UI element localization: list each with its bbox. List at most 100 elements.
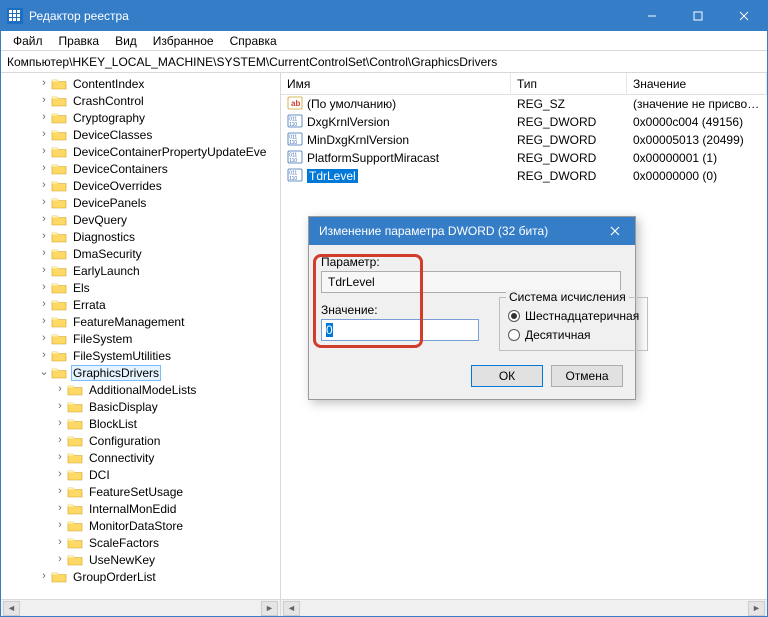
registry-tree: ›ContentIndex›CrashControl›Cryptography›… — [1, 73, 280, 587]
expander-icon[interactable]: ⌄ — [37, 364, 51, 381]
value-row[interactable]: PlatformSupportMiracastREG_DWORD0x000000… — [281, 149, 767, 167]
menu-favorites[interactable]: Избранное — [145, 31, 222, 51]
tree-item-Cryptography[interactable]: ›Cryptography — [5, 109, 280, 126]
expander-icon[interactable]: › — [37, 109, 51, 126]
expander-icon[interactable]: › — [37, 92, 51, 109]
col-value[interactable]: Значение — [627, 73, 767, 95]
expander-icon[interactable]: › — [53, 483, 67, 500]
tree-item-DeviceContainerPropertyUpdateEve[interactable]: ›DeviceContainerPropertyUpdateEve — [5, 143, 280, 160]
tree-item-Errata[interactable]: ›Errata — [5, 296, 280, 313]
expander-icon[interactable]: › — [53, 398, 67, 415]
tree-item-InternalMonEdid[interactable]: ›InternalMonEdid — [5, 500, 280, 517]
tree-item-GroupOrderList[interactable]: ›GroupOrderList — [5, 568, 280, 585]
menu-view[interactable]: Вид — [107, 31, 145, 51]
expander-icon[interactable]: › — [53, 517, 67, 534]
col-name[interactable]: Имя — [281, 73, 511, 95]
expander-icon[interactable]: › — [37, 228, 51, 245]
tree-item-DeviceContainers[interactable]: ›DeviceContainers — [5, 160, 280, 177]
expander-icon[interactable]: › — [37, 177, 51, 194]
tree-item-label: ContentIndex — [71, 77, 146, 91]
close-button[interactable] — [721, 1, 767, 31]
folder-icon — [67, 502, 83, 516]
tree-item-Configuration[interactable]: ›Configuration — [5, 432, 280, 449]
tree-item-FileSystem[interactable]: ›FileSystem — [5, 330, 280, 347]
tree-item-BlockList[interactable]: ›BlockList — [5, 415, 280, 432]
tree-item-DeviceOverrides[interactable]: ›DeviceOverrides — [5, 177, 280, 194]
expander-icon[interactable]: › — [37, 347, 51, 364]
dialog-row: Значение: Система исчисления Шестнадцате… — [321, 303, 623, 351]
expander-icon[interactable]: › — [53, 415, 67, 432]
expander-icon[interactable]: › — [37, 143, 51, 160]
col-type[interactable]: Тип — [511, 73, 627, 95]
value-row[interactable]: DxgKrnlVersionREG_DWORD0x0000c004 (49156… — [281, 113, 767, 131]
tree-hscroll[interactable]: ◄ ► — [1, 599, 280, 616]
cell-name: PlatformSupportMiracast — [281, 150, 511, 167]
expander-icon[interactable]: › — [37, 245, 51, 262]
cell-value: 0x00000000 (0) — [627, 169, 767, 183]
minimize-button[interactable] — [629, 1, 675, 31]
tree-item-BasicDisplay[interactable]: › BasicDisplay — [5, 398, 280, 415]
tree-item-DmaSecurity[interactable]: ›DmaSecurity — [5, 245, 280, 262]
tree-item-DCI[interactable]: ›DCI — [5, 466, 280, 483]
tree-item-FeatureManagement[interactable]: ›FeatureManagement — [5, 313, 280, 330]
ok-button[interactable]: ОК — [471, 365, 543, 387]
expander-icon[interactable]: › — [37, 330, 51, 347]
expander-icon[interactable]: › — [53, 449, 67, 466]
dialog-close-button[interactable] — [595, 217, 635, 245]
address-bar[interactable]: Компьютер\HKEY_LOCAL_MACHINE\SYSTEM\Curr… — [1, 51, 767, 73]
expander-icon[interactable]: › — [53, 500, 67, 517]
tree-item-DeviceClasses[interactable]: ›DeviceClasses — [5, 126, 280, 143]
tree-item-UseNewKey[interactable]: › UseNewKey — [5, 551, 280, 568]
tree-item-Connectivity[interactable]: ›Connectivity — [5, 449, 280, 466]
expander-icon[interactable]: › — [53, 534, 67, 551]
menu-file[interactable]: Файл — [5, 31, 51, 51]
tree-item-label: BasicDisplay — [87, 400, 160, 414]
value-row[interactable]: TdrLevelREG_DWORD0x00000000 (0) — [281, 167, 767, 185]
window-controls — [629, 1, 767, 31]
tree-item-CrashControl[interactable]: ›CrashControl — [5, 92, 280, 109]
expander-icon[interactable]: › — [37, 313, 51, 330]
tree-item-MonitorDataStore[interactable]: ›MonitorDataStore — [5, 517, 280, 534]
scroll-left-icon[interactable]: ◄ — [283, 601, 300, 616]
maximize-button[interactable] — [675, 1, 721, 31]
expander-icon[interactable]: › — [37, 296, 51, 313]
tree-item-DevicePanels[interactable]: ›DevicePanels — [5, 194, 280, 211]
tree-item-DevQuery[interactable]: ›DevQuery — [5, 211, 280, 228]
list-hscroll[interactable]: ◄ ► — [281, 599, 767, 616]
scroll-right-icon[interactable]: ► — [261, 601, 278, 616]
value-input[interactable] — [321, 319, 479, 341]
expander-icon[interactable]: › — [37, 160, 51, 177]
tree-item-ContentIndex[interactable]: › ContentIndex — [5, 75, 280, 92]
value-row[interactable]: (По умолчанию)REG_SZ(значение не присвое… — [281, 95, 767, 113]
cancel-button[interactable]: Отмена — [551, 365, 623, 387]
tree-item-AdditionalModeLists[interactable]: ›AdditionalModeLists — [5, 381, 280, 398]
expander-icon[interactable]: › — [53, 381, 67, 398]
menu-help[interactable]: Справка — [222, 31, 285, 51]
scroll-right-icon[interactable]: ► — [748, 601, 765, 616]
expander-icon[interactable]: › — [37, 211, 51, 228]
radio-dec[interactable]: Десятичная — [508, 328, 639, 342]
expander-icon[interactable]: › — [37, 126, 51, 143]
tree-item-Diagnostics[interactable]: ›Diagnostics — [5, 228, 280, 245]
tree-item-ScaleFactors[interactable]: ›ScaleFactors — [5, 534, 280, 551]
menu-edit[interactable]: Правка — [51, 31, 108, 51]
tree-item-label: UseNewKey — [87, 553, 157, 567]
scroll-left-icon[interactable]: ◄ — [3, 601, 20, 616]
expander-icon[interactable]: › — [37, 75, 51, 92]
radio-hex[interactable]: Шестнадцатеричная — [508, 309, 639, 323]
tree-item-FileSystemUtilities[interactable]: ›FileSystemUtilities — [5, 347, 280, 364]
expander-icon[interactable]: › — [53, 466, 67, 483]
tree-item-FeatureSetUsage[interactable]: ›FeatureSetUsage — [5, 483, 280, 500]
tree-scroll[interactable]: ›ContentIndex›CrashControl›Cryptography›… — [1, 73, 280, 599]
expander-icon[interactable]: › — [37, 262, 51, 279]
expander-icon[interactable]: › — [37, 568, 51, 585]
value-row[interactable]: MinDxgKrnlVersionREG_DWORD0x00005013 (20… — [281, 131, 767, 149]
expander-icon[interactable]: › — [53, 432, 67, 449]
expander-icon[interactable]: › — [53, 551, 67, 568]
tree-item-EarlyLaunch[interactable]: ›EarlyLaunch — [5, 262, 280, 279]
tree-item-Els[interactable]: ›Els — [5, 279, 280, 296]
tree-item-GraphicsDrivers[interactable]: ⌄GraphicsDrivers — [5, 364, 280, 381]
expander-icon[interactable]: › — [37, 279, 51, 296]
expander-icon[interactable]: › — [37, 194, 51, 211]
window-title: Редактор реестра — [29, 9, 629, 23]
